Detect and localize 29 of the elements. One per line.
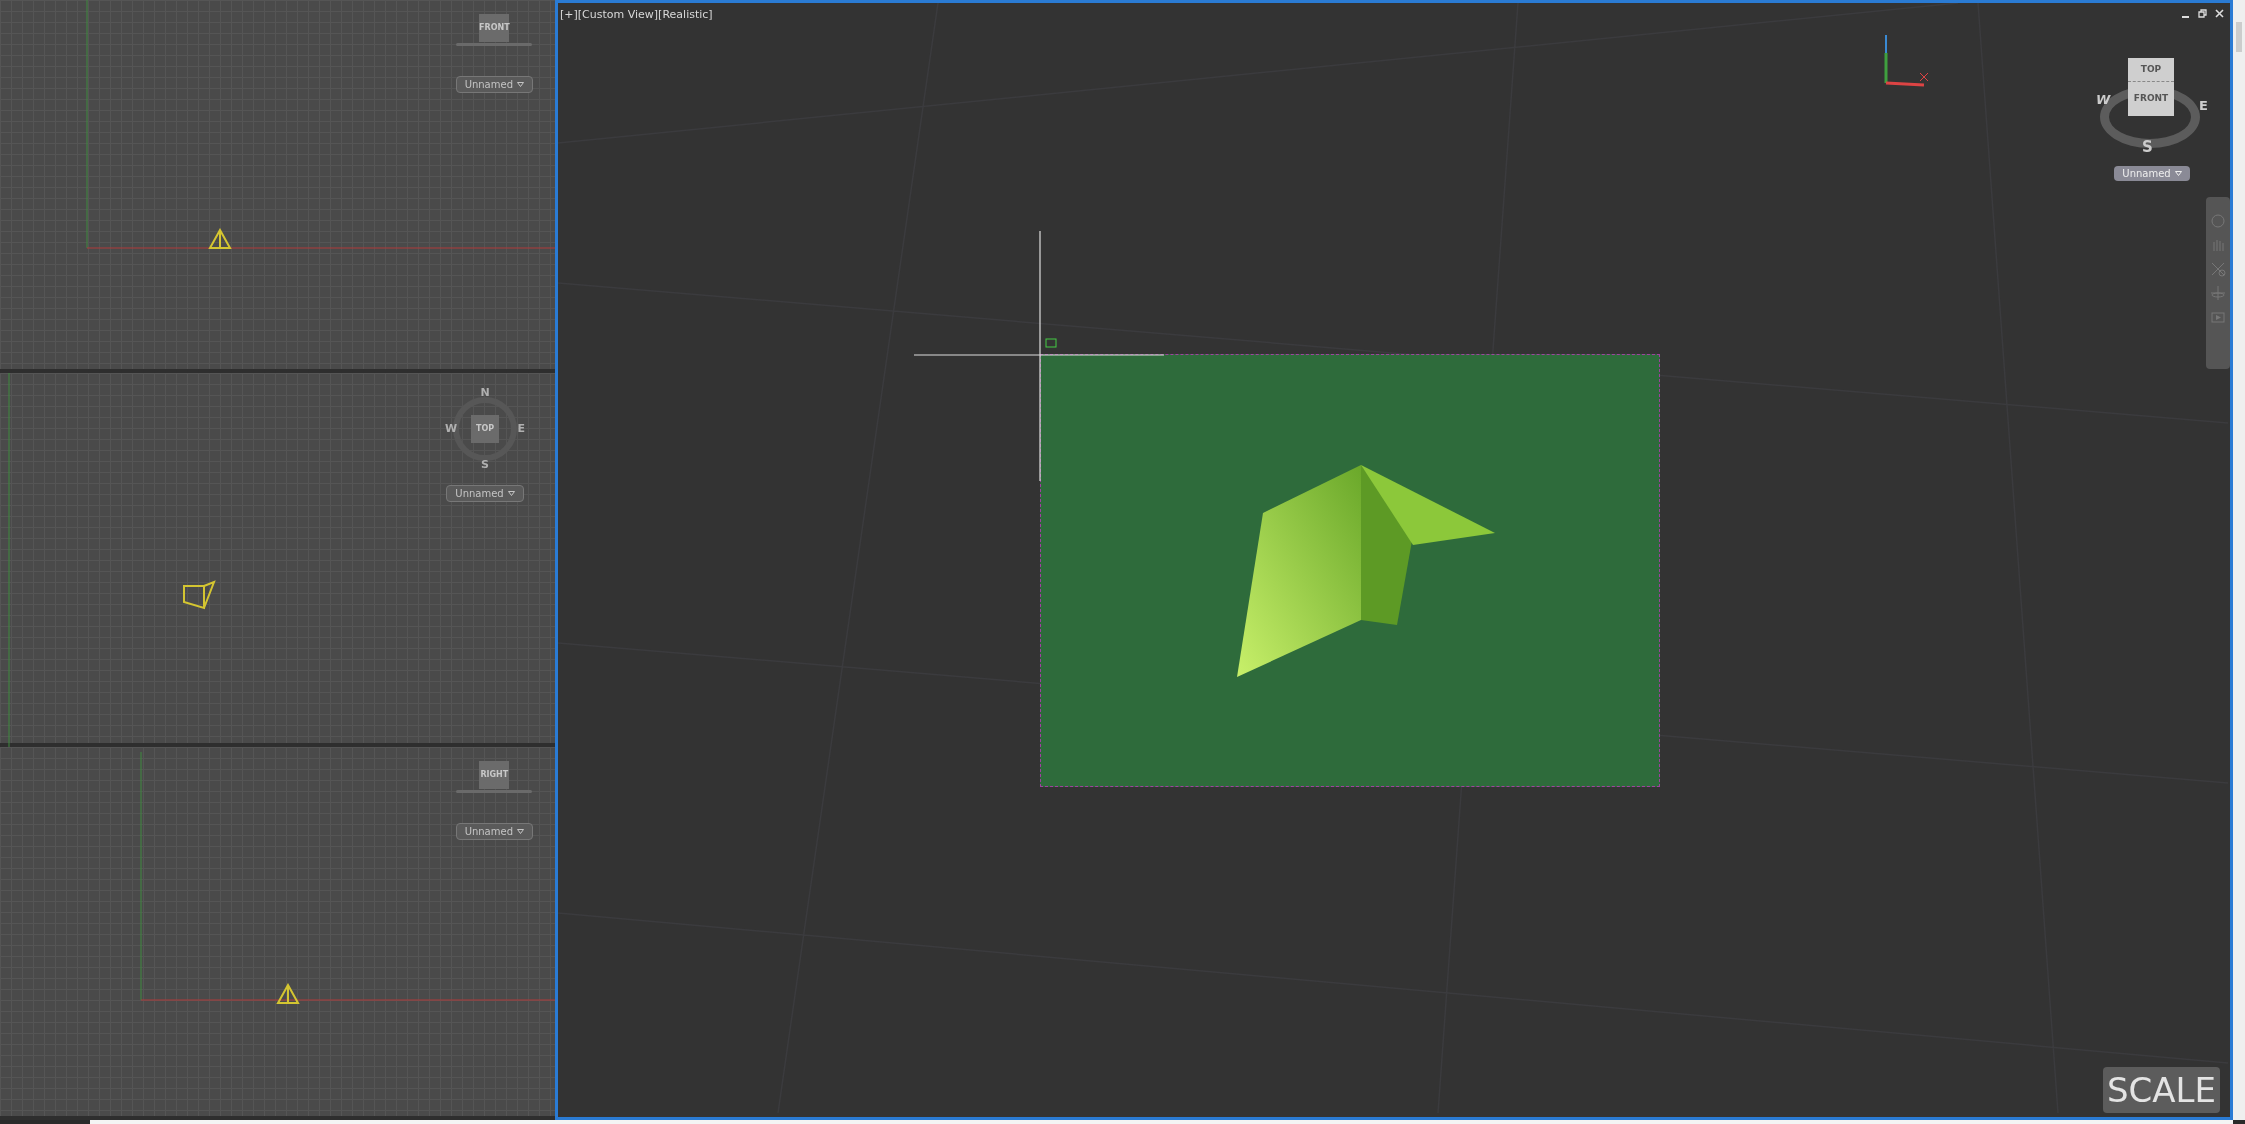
compass-east: E — [517, 421, 525, 438]
restore-icon[interactable] — [2198, 9, 2207, 18]
compass-south: S — [2142, 136, 2153, 158]
caret-icon — [2174, 171, 2182, 176]
close-icon[interactable] — [2215, 9, 2224, 18]
compass-west: W — [2096, 91, 2111, 109]
compass-west: W — [445, 421, 458, 438]
viewport-label[interactable]: [+][Custom View][Realistic] — [560, 7, 713, 24]
caret-icon — [507, 491, 515, 497]
camera-icon — [208, 228, 232, 250]
camera-icon — [276, 982, 300, 1005]
command-overlay: SCALE — [2103, 1067, 2220, 1113]
caret-icon — [517, 828, 524, 834]
cube-face-front[interactable]: FRONT — [2128, 82, 2174, 116]
view-dropdown[interactable]: Unnamed — [446, 485, 524, 503]
compass-south: S — [481, 456, 489, 473]
showmotion-icon[interactable] — [2210, 309, 2226, 325]
view-cube[interactable]: RIGHT — [479, 760, 510, 789]
view-cube[interactable]: FRONT — [479, 14, 510, 42]
view-cube[interactable]: TOP — [471, 415, 499, 444]
caret-icon — [517, 82, 524, 87]
view-dropdown[interactable]: Unnamed — [455, 822, 533, 840]
compass-east: E — [2199, 97, 2208, 115]
view-dropdown[interactable]: Unnamed — [2114, 166, 2190, 181]
orbit-icon[interactable] — [2210, 285, 2226, 301]
zoom-icon[interactable] — [2210, 261, 2226, 277]
view-dropdown[interactable]: Unnamed — [455, 76, 533, 93]
compass-north: N — [480, 385, 490, 402]
cube-face-top[interactable]: TOP — [2128, 58, 2174, 82]
